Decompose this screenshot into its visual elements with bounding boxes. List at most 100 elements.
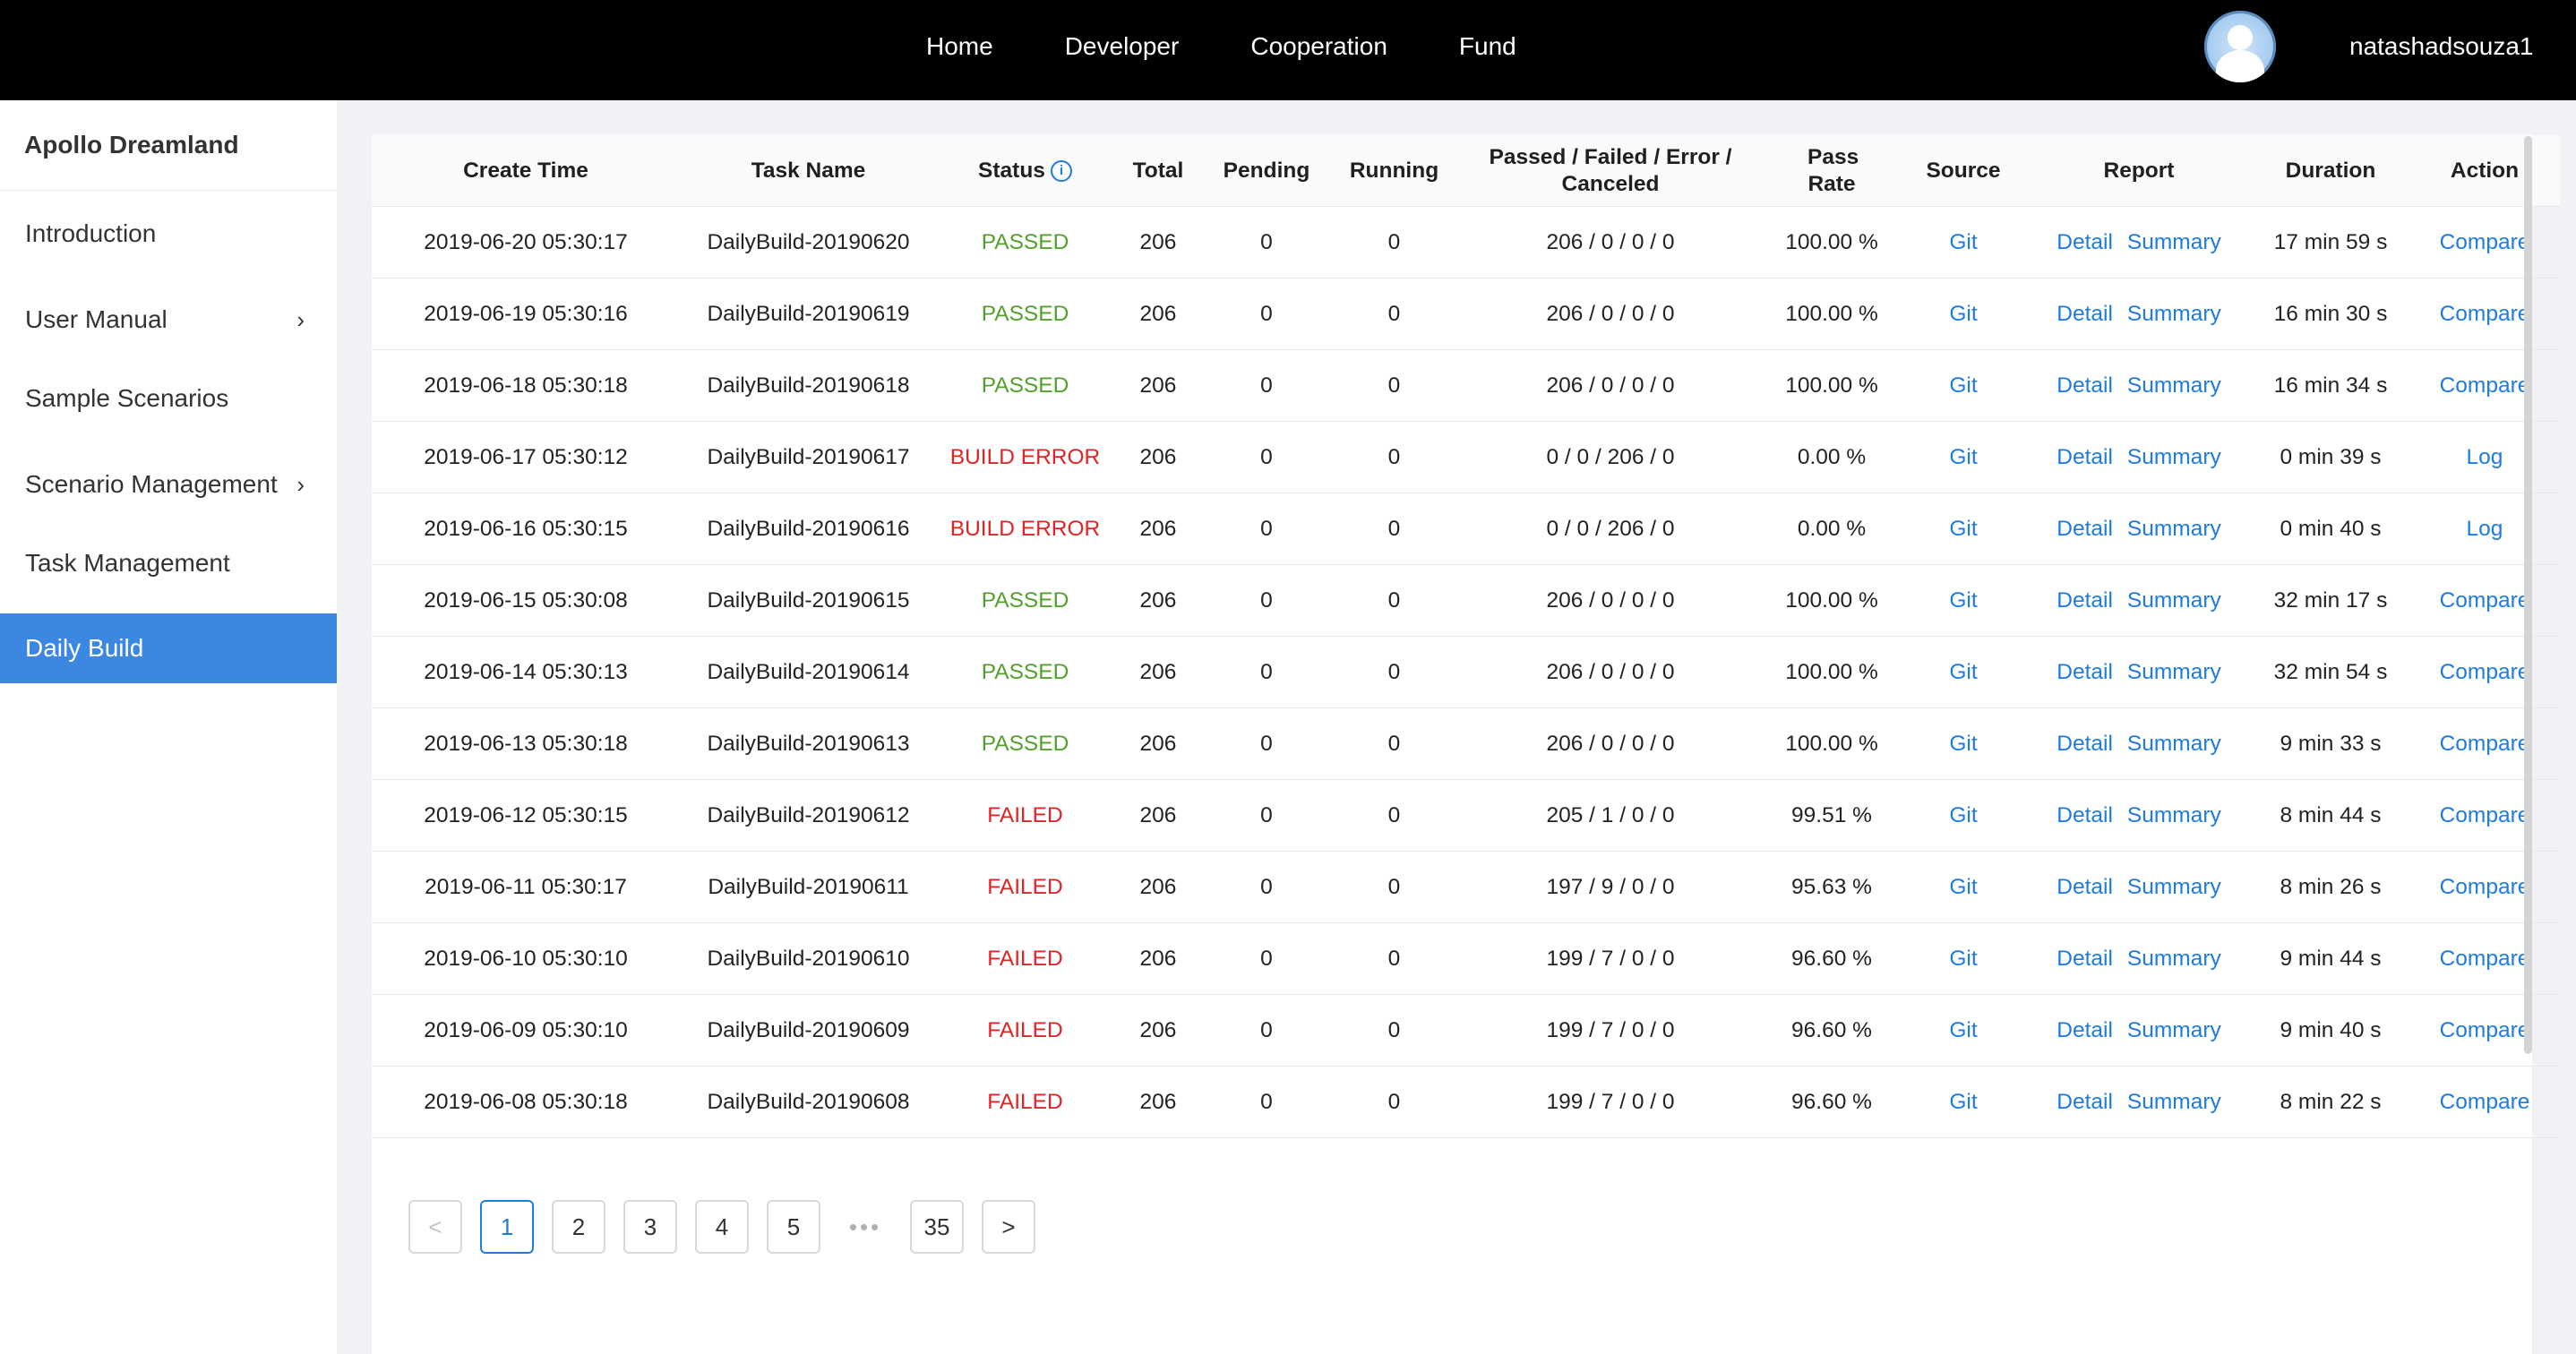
report-detail-link[interactable]: Detail bbox=[2057, 1018, 2113, 1042]
cell-action: Compare bbox=[2409, 922, 2560, 995]
prev-page-button[interactable]: < bbox=[408, 1200, 462, 1254]
report-detail-link[interactable]: Detail bbox=[2057, 1090, 2113, 1114]
action-log-link[interactable]: Log bbox=[2467, 445, 2503, 469]
sidebar-item-sample-scenarios[interactable]: Sample Scenarios bbox=[0, 364, 337, 433]
cell-running: 0 bbox=[1330, 922, 1458, 995]
report-summary-link[interactable]: Summary bbox=[2127, 732, 2221, 756]
col-create-time[interactable]: Create Time bbox=[372, 135, 680, 207]
action-compare-link[interactable]: Compare bbox=[2440, 947, 2530, 971]
nav-home[interactable]: Home bbox=[926, 32, 993, 61]
source-git-link[interactable]: Git bbox=[1949, 373, 1977, 398]
report-summary-link[interactable]: Summary bbox=[2127, 947, 2221, 971]
action-compare-link[interactable]: Compare bbox=[2440, 588, 2530, 613]
report-detail-link[interactable]: Detail bbox=[2057, 660, 2113, 684]
report-detail-link[interactable]: Detail bbox=[2057, 803, 2113, 827]
action-compare-link[interactable]: Compare bbox=[2440, 660, 2530, 684]
col-status[interactable]: Status i bbox=[937, 135, 1113, 207]
sidebar-item-daily-build[interactable]: Daily Build bbox=[0, 613, 337, 683]
action-compare-link[interactable]: Compare bbox=[2440, 803, 2530, 827]
nav-developer[interactable]: Developer bbox=[1065, 32, 1180, 61]
report-detail-link[interactable]: Detail bbox=[2057, 230, 2113, 254]
cell-running: 0 bbox=[1330, 206, 1458, 279]
report-summary-link[interactable]: Summary bbox=[2127, 803, 2221, 827]
cell-status: FAILED bbox=[937, 779, 1113, 852]
main-nav: Home Developer Cooperation Fund bbox=[896, 0, 1588, 93]
nav-fund[interactable]: Fund bbox=[1459, 32, 1516, 61]
report-summary-link[interactable]: Summary bbox=[2127, 373, 2221, 398]
cell-status: PASSED bbox=[937, 707, 1113, 780]
report-detail-link[interactable]: Detail bbox=[2057, 373, 2113, 398]
table-body: 2019-06-20 05:30:17 DailyBuild-20190620 PA… bbox=[372, 206, 2560, 1138]
col-pending: Pending bbox=[1203, 135, 1330, 207]
report-summary-link[interactable]: Summary bbox=[2127, 660, 2221, 684]
vertical-scrollbar[interactable] bbox=[2524, 136, 2532, 1054]
table-row: 2019-06-14 05:30:13 DailyBuild-20190614 PA… bbox=[372, 636, 2560, 708]
report-detail-link[interactable]: Detail bbox=[2057, 732, 2113, 756]
sidebar-item-label: Scenario Management bbox=[25, 470, 278, 498]
page-2-button[interactable]: 2 bbox=[552, 1200, 605, 1254]
cell-create-time: 2019-06-20 05:30:17 bbox=[372, 206, 680, 279]
cell-pending: 0 bbox=[1203, 349, 1330, 422]
action-compare-link[interactable]: Compare bbox=[2440, 230, 2530, 254]
source-git-link[interactable]: Git bbox=[1949, 875, 1977, 899]
report-summary-link[interactable]: Summary bbox=[2127, 445, 2221, 469]
cell-source: Git bbox=[1901, 349, 2026, 422]
report-detail-link[interactable]: Detail bbox=[2057, 445, 2113, 469]
report-detail-link[interactable]: Detail bbox=[2057, 302, 2113, 326]
col-task-name[interactable]: Task Name bbox=[680, 135, 937, 207]
action-compare-link[interactable]: Compare bbox=[2440, 1018, 2530, 1042]
username[interactable]: natashadsouza1 bbox=[2349, 0, 2534, 93]
page-1-button[interactable]: 1 bbox=[480, 1200, 534, 1254]
action-compare-link[interactable]: Compare bbox=[2440, 302, 2530, 326]
report-summary-link[interactable]: Summary bbox=[2127, 230, 2221, 254]
source-git-link[interactable]: Git bbox=[1949, 1018, 1977, 1042]
action-compare-link[interactable]: Compare bbox=[2440, 373, 2530, 398]
source-git-link[interactable]: Git bbox=[1949, 947, 1977, 971]
source-git-link[interactable]: Git bbox=[1949, 803, 1977, 827]
cell-source: Git bbox=[1901, 1066, 2026, 1138]
report-summary-link[interactable]: Summary bbox=[2127, 875, 2221, 899]
report-summary-link[interactable]: Summary bbox=[2127, 302, 2221, 326]
action-compare-link[interactable]: Compare bbox=[2440, 875, 2530, 899]
source-git-link[interactable]: Git bbox=[1949, 302, 1977, 326]
info-icon[interactable]: i bbox=[1050, 160, 1072, 183]
page-3-button[interactable]: 3 bbox=[623, 1200, 677, 1254]
source-git-link[interactable]: Git bbox=[1949, 230, 1977, 254]
cell-total: 206 bbox=[1113, 779, 1203, 852]
action-compare-link[interactable]: Compare bbox=[2440, 732, 2530, 756]
report-summary-link[interactable]: Summary bbox=[2127, 588, 2221, 613]
pagination-ellipsis[interactable]: ••• bbox=[838, 1200, 892, 1254]
next-page-button[interactable]: > bbox=[982, 1200, 1035, 1254]
source-git-link[interactable]: Git bbox=[1949, 445, 1977, 469]
page-4-button[interactable]: 4 bbox=[695, 1200, 749, 1254]
page-35-button[interactable]: 35 bbox=[910, 1200, 964, 1254]
report-detail-link[interactable]: Detail bbox=[2057, 947, 2113, 971]
action-log-link[interactable]: Log bbox=[2467, 517, 2503, 541]
cell-pending: 0 bbox=[1203, 922, 1330, 995]
sidebar-item-scenario-management[interactable]: Scenario Management › bbox=[0, 450, 337, 519]
report-detail-link[interactable]: Detail bbox=[2057, 875, 2113, 899]
page-5-button[interactable]: 5 bbox=[767, 1200, 820, 1254]
sidebar-item-introduction[interactable]: Introduction bbox=[0, 199, 337, 269]
sidebar-item-user-manual[interactable]: User Manual › bbox=[0, 285, 337, 355]
source-git-link[interactable]: Git bbox=[1949, 517, 1977, 541]
source-git-link[interactable]: Git bbox=[1949, 1090, 1977, 1114]
source-git-link[interactable]: Git bbox=[1949, 660, 1977, 684]
cell-create-time: 2019-06-10 05:30:10 bbox=[372, 922, 680, 995]
sidebar-item-task-management[interactable]: Task Management bbox=[0, 528, 337, 598]
report-summary-link[interactable]: Summary bbox=[2127, 1090, 2221, 1114]
cell-source: Git bbox=[1901, 421, 2026, 493]
cell-source: Git bbox=[1901, 851, 2026, 923]
report-detail-link[interactable]: Detail bbox=[2057, 517, 2113, 541]
cell-status: PASSED bbox=[937, 349, 1113, 422]
report-detail-link[interactable]: Detail bbox=[2057, 588, 2113, 613]
report-summary-link[interactable]: Summary bbox=[2127, 1018, 2221, 1042]
user-avatar-icon[interactable] bbox=[2204, 11, 2276, 82]
report-summary-link[interactable]: Summary bbox=[2127, 517, 2221, 541]
source-git-link[interactable]: Git bbox=[1949, 588, 1977, 613]
col-total: Total bbox=[1113, 135, 1203, 207]
source-git-link[interactable]: Git bbox=[1949, 732, 1977, 756]
nav-cooperation[interactable]: Cooperation bbox=[1250, 32, 1387, 61]
cell-task-name: DailyBuild-20190616 bbox=[680, 493, 937, 565]
action-compare-link[interactable]: Compare bbox=[2440, 1090, 2530, 1114]
